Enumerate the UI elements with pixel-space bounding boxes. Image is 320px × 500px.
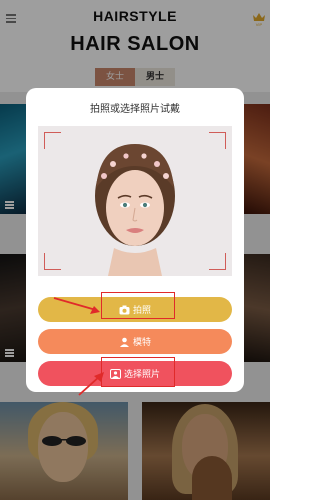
highlight-box bbox=[101, 357, 175, 387]
model-button[interactable]: 模特 bbox=[38, 329, 232, 354]
annotation-arrow-icon bbox=[78, 372, 104, 396]
frame-corner bbox=[209, 253, 226, 270]
person-icon bbox=[119, 337, 130, 347]
annotation-arrow-icon bbox=[53, 297, 100, 314]
frame-corner bbox=[44, 253, 61, 270]
preview-photo bbox=[38, 126, 232, 276]
portrait-image bbox=[38, 126, 232, 276]
photo-picker-dialog: 拍照或选择照片试戴 拍照 模特 选择照片 bbox=[26, 88, 244, 392]
frame-corner bbox=[209, 132, 226, 149]
model-label: 模特 bbox=[132, 338, 151, 348]
frame-corner bbox=[44, 132, 61, 149]
dialog-title: 拍照或选择照片试戴 bbox=[90, 104, 180, 115]
highlight-box bbox=[101, 292, 175, 319]
